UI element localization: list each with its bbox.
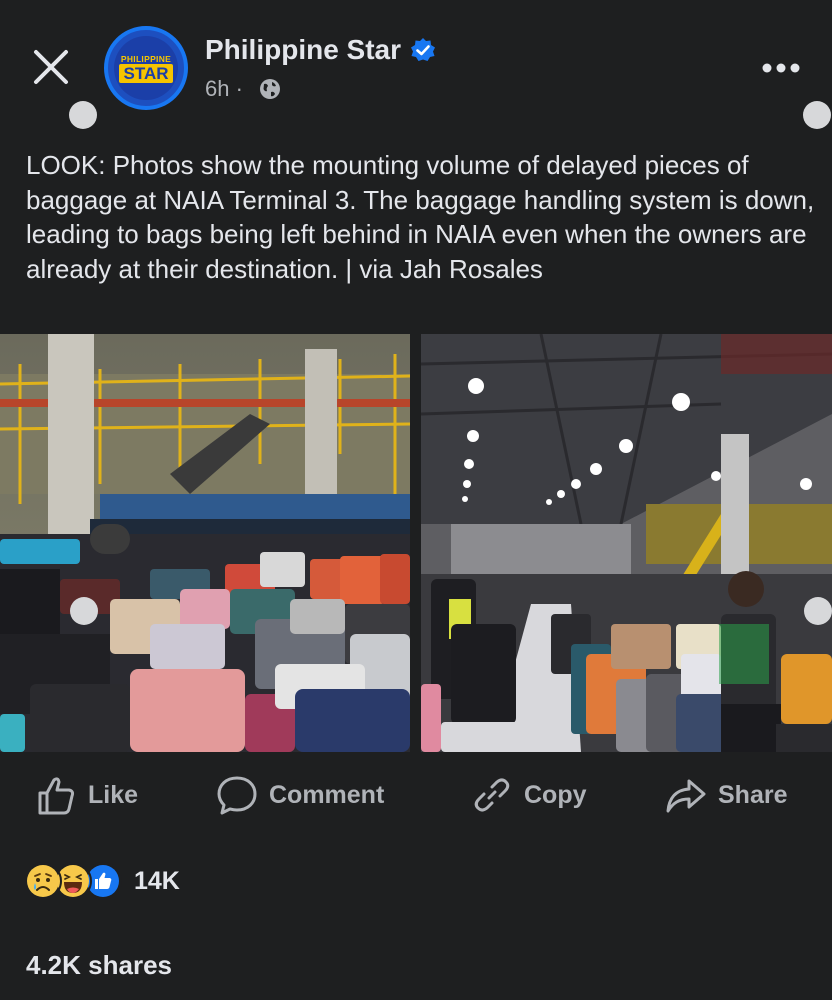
share-button[interactable]: Share (664, 770, 787, 820)
post-photo-2[interactable] (421, 334, 832, 752)
comment-button[interactable]: Comment (215, 770, 384, 820)
post-actions-bar: Like Comment Copy Share (0, 770, 832, 820)
share-arrow-icon (666, 779, 706, 813)
like-button[interactable]: Like (34, 770, 138, 820)
copy-button[interactable]: Copy (470, 770, 587, 820)
overlay-dot (69, 101, 97, 129)
close-button[interactable] (30, 46, 72, 88)
philippine-star-logo: PHILIPPINE STAR (114, 36, 178, 100)
overlay-dot (804, 597, 832, 625)
overlay-dot (70, 597, 98, 625)
sad-reaction-icon (24, 862, 62, 900)
reactions-count: 14K (134, 866, 180, 895)
baggage-photo-right (421, 334, 832, 752)
link-icon (474, 778, 510, 812)
logo-top-text: PHILIPPINE (120, 53, 172, 64)
post-timestamp[interactable]: 6h · (205, 76, 243, 102)
comment-icon (217, 776, 257, 815)
page-avatar[interactable]: PHILIPPINE STAR (104, 26, 188, 110)
post-photo-1[interactable] (0, 334, 410, 752)
reactions-summary[interactable]: 14K (24, 862, 180, 900)
copy-label: Copy (524, 780, 587, 809)
overlay-dot (803, 101, 831, 129)
shares-count[interactable]: 4.2K shares (26, 950, 172, 981)
verified-badge-icon (411, 38, 435, 61)
like-label: Like (88, 780, 139, 809)
post-caption: LOOK: Photos show the mounting volume of… (26, 150, 815, 284)
page-name[interactable]: Philippine Star (205, 34, 401, 66)
thumbs-up-icon (38, 777, 75, 815)
globe-icon (260, 79, 280, 99)
share-label: Share (718, 780, 788, 809)
logo-bottom-text: STAR (119, 63, 173, 83)
close-icon (34, 50, 68, 84)
comment-label: Comment (269, 780, 385, 809)
baggage-photo-left (0, 334, 410, 752)
more-options-icon[interactable] (760, 60, 802, 76)
